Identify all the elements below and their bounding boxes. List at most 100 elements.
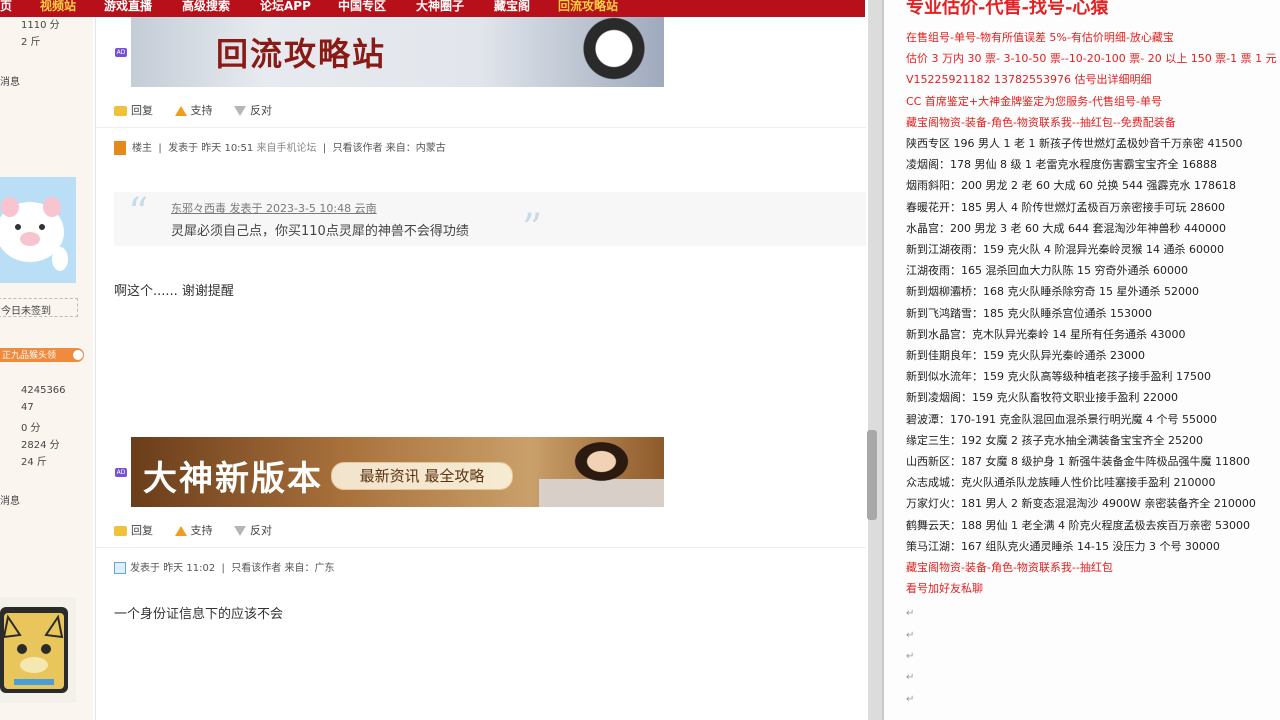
ad-banner-new-version[interactable]: 大神新版本 最新资讯 最全攻略 (131, 437, 664, 507)
post-actions: 回复 支持 反对 (114, 522, 290, 538)
sales-panel: 专业估价-代售-找号-心猿 在售组号-单号-物有所值误差 5%-有估价明细-放心… (882, 0, 1280, 720)
character-figure-icon (539, 437, 664, 507)
support-button[interactable]: 支持 (174, 102, 213, 118)
thumb-down-icon (234, 526, 246, 536)
post-time: 昨天 11:02 (163, 563, 216, 574)
reply-meta: 发表于 昨天 11:02 | 只看该作者 来自：广东 (114, 559, 334, 574)
reply-icon (114, 526, 127, 536)
panel-line: 陕西专区 196 男人 1 老 1 新孩子传世燃灯孟极妙音千万亲密 41500 (906, 137, 1243, 150)
panel-line: 估价 3 万内 30 票- 3-10-50 票--10-20-100 票- 20… (906, 52, 1277, 66)
role-label: 楼主 (132, 143, 152, 154)
post-area: AD 回流攻略站 回复 支持 反对 楼主 | 发表于 昨天 10:51 来自手机… (95, 17, 866, 720)
banner-subtitle: 最新资讯 最全攻略 (331, 462, 513, 490)
panel-line: 缘定三生：192 女魔 2 孩子克水抽全满装备宝宝齐全 25200 (906, 433, 1203, 447)
panel-line: CC 首席鉴定+大神金牌鉴定为您服务-代售组号-单号 (906, 94, 1163, 108)
panel-line: 新到飞鸿踏雪：185 克火队睡杀宫位通杀 153000 (906, 306, 1152, 320)
panel-line: 在售组号-单号-物有所值误差 5%-有估价明细-放心藏宝 (906, 31, 1174, 44)
panel-line: 鹤舞云天：188 男仙 1 老全满 4 阶克火程度孟极去疾百万亲密 53000 (906, 518, 1250, 532)
paragraph-mark-icon: ↵ (906, 694, 915, 705)
banner-text: 回流攻略站 (216, 35, 387, 73)
author-only-link[interactable]: 只看该作者 (231, 563, 281, 574)
oppose-button[interactable]: 反对 (234, 522, 272, 538)
panel-line: 新到水晶宫：克木队异光秦岭 14 星所有任务通杀 43000 (906, 327, 1186, 341)
posted-label: 发表于 (130, 563, 160, 574)
user2-stat: 4245366 (21, 385, 66, 396)
panel-line: V15225921182 13782553976 估号出详细明细 (906, 73, 1152, 87)
panel-line: 春暖花开：185 男人 4 阶传世燃灯孟极百万亲密接手可玩 28600 (906, 200, 1225, 214)
panel-line: 烟雨斜阳：200 男龙 2 老 60 大成 60 兑换 544 强霹克水 178… (906, 179, 1236, 193)
panel-gutter (882, 0, 884, 720)
panda-figure-icon (539, 17, 664, 87)
rank-badge: 正九品猴头领 (0, 348, 84, 362)
support-button[interactable]: 支持 (174, 522, 213, 538)
reply-body: 一个身份证信息下的应该不会 (114, 607, 284, 622)
author-only-link[interactable]: 只看该作者 (333, 143, 383, 154)
oppose-label: 反对 (250, 524, 272, 537)
ad-tag: AD (115, 48, 127, 57)
nav-item-china[interactable]: 中国专区 (338, 0, 386, 14)
paragraph-mark-icon: ↵ (906, 651, 915, 662)
panel-line: 新到似水流年：159 克火队高等级种植老孩子接手盈利 17500 (906, 370, 1211, 384)
avatar[interactable] (0, 597, 76, 703)
divider (96, 127, 866, 128)
pig-avatar-icon (0, 197, 68, 271)
nav-item-cbg[interactable]: 藏宝阁 (494, 0, 530, 14)
user-badge-icon (114, 562, 126, 574)
oppose-label: 反对 (250, 104, 272, 117)
panel-line: 藏宝阁物资-装备-角色-物资联系我--抽红包 (906, 561, 1113, 574)
nav-item-live[interactable]: 游戏直播 (104, 0, 152, 14)
panel-line: 新到佳期良年：159 克火队异光秦岭通杀 23000 (906, 349, 1145, 362)
nav-item-circle[interactable]: 大神圈子 (416, 0, 464, 14)
panel-line: 凌烟阁：178 男仙 8 级 1 老雷克水程度伤害霸宝宝齐全 16888 (906, 158, 1217, 172)
reply-meta: 楼主 | 发表于 昨天 10:51 来自手机论坛 | 只看该作者 来自：内蒙古 (114, 139, 446, 155)
user2-message-link[interactable]: 消息 (0, 492, 20, 507)
nav-item-return[interactable]: 回流攻略站 (558, 0, 618, 14)
sign-in-box[interactable]: 今日未签到 (0, 298, 78, 317)
panel-line: 新到凌烟阁：159 克火队畜牧符文职业接手盈利 22000 (906, 391, 1178, 405)
panel-title: 专业估价-代售-找号-心猿 (906, 0, 1109, 18)
host-badge-icon (114, 141, 126, 155)
nav-item-video[interactable]: 视频站 (40, 0, 76, 14)
quote-author[interactable]: 东邪々西毒 发表于 2023-3-5 10:48 云南 (171, 200, 377, 216)
user2-stat: 47 (21, 402, 34, 413)
oppose-button[interactable]: 反对 (234, 102, 272, 118)
panel-line: 碧波潭：170-191 克金队混回血混杀景行明光魔 4 个号 55000 (906, 412, 1217, 426)
nav-item-search[interactable]: 高级搜索 (182, 0, 230, 14)
panel-line: 江湖夜雨：165 混杀回血大力队陈 15 穷奇外通杀 60000 (906, 264, 1188, 278)
reply-body: 啊这个...... 谢谢提醒 (114, 284, 234, 299)
post-location: 来自：内蒙古 (385, 143, 446, 154)
sign-in-label: 今日未签到 (1, 306, 51, 317)
nav-item-app[interactable]: 论坛APP (260, 0, 311, 14)
paragraph-mark-icon: ↵ (906, 672, 915, 683)
post-time: 昨天 10:51 (201, 143, 254, 154)
user2-stat: 0 分 (21, 423, 41, 434)
open-quote-icon: “ (128, 190, 149, 236)
rank-label: 正九品猴头领 (2, 351, 57, 361)
panel-line: 水晶宫：200 男龙 3 老 60 大成 644 套混淘沙年神兽秒 440000 (906, 221, 1226, 235)
post-actions: 回复 支持 反对 (114, 102, 290, 118)
avatar[interactable] (0, 177, 76, 283)
reply-button[interactable]: 回复 (114, 522, 153, 538)
panel-line: 万家灯火：181 男人 2 新变态混混淘沙 4900W 亲密装备齐全 21000… (906, 497, 1256, 511)
reply-button[interactable]: 回复 (114, 102, 153, 118)
user2-stat: 2824 分 (21, 440, 60, 451)
user-sidebar: 1110 分 2 斤 消息 今日未签到 正九品猴头领 4245366 47 0 … (0, 17, 93, 720)
top-nav: 页 视频站 游戏直播 高级搜索 论坛APP 中国专区 大神圈子 藏宝阁 回流攻略… (0, 0, 865, 17)
panel-line: 藏宝阁物资-装备-角色-物资联系我--抽红包--免费配装备 (906, 115, 1176, 129)
panel-line: 策马江湖：167 组队克火通灵睡杀 14-15 没压力 3 个号 30000 (906, 539, 1220, 553)
support-label: 支持 (190, 524, 213, 537)
nav-item-home[interactable]: 页 (0, 0, 12, 14)
panel-line: 新到江湖夜雨：159 克火队 4 阶混异光秦岭灵猴 14 通杀 60000 (906, 243, 1224, 256)
thumb-down-icon (234, 106, 246, 116)
quote-text: 灵犀必须自己点，你买110点灵犀的神兽不会得功绩 (171, 224, 469, 239)
ad-banner-return[interactable]: 回流攻略站 (131, 17, 664, 87)
quote-block: “ 东邪々西毒 发表于 2023-3-5 10:48 云南 灵犀必须自己点，你买… (114, 190, 866, 252)
reply-label: 回复 (131, 104, 153, 117)
paragraph-mark-icon: ↵ (906, 608, 915, 619)
support-label: 支持 (190, 104, 213, 117)
post-source[interactable]: 来自手机论坛 (256, 143, 316, 154)
user1-score: 1110 分 (21, 20, 60, 31)
user1-message-link[interactable]: 消息 (0, 73, 20, 88)
scrollbar-thumb[interactable] (867, 430, 877, 520)
thumb-up-icon (174, 526, 187, 536)
